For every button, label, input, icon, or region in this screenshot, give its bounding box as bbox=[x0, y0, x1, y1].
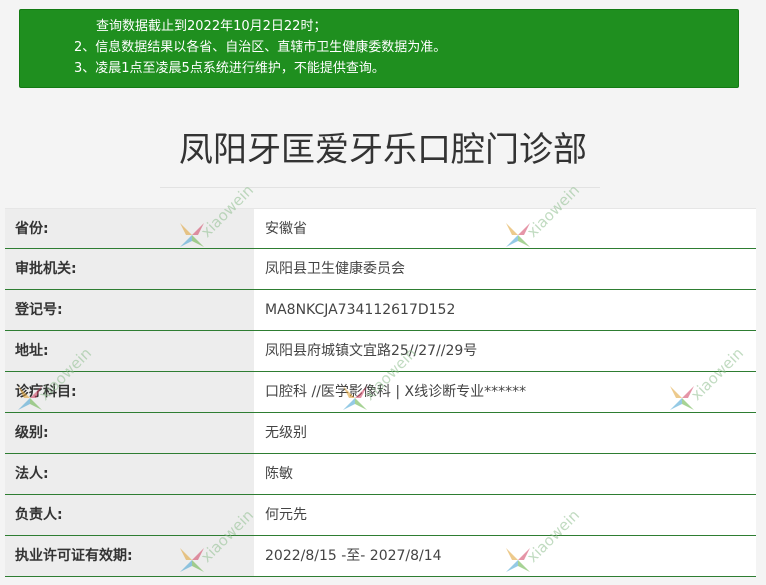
info-table: 省份: 安徽省 审批机关: 凤阳县卫生健康委员会 登记号: MA8NKCJA73… bbox=[5, 208, 756, 577]
row-label: 诊疗科目: bbox=[5, 372, 254, 412]
row-label: 执业许可证有效期: bbox=[5, 536, 254, 576]
title-divider bbox=[160, 187, 600, 188]
row-value: 无级别 bbox=[254, 413, 756, 453]
page-title: 凤阳牙匡爱牙乐口腔门诊部 bbox=[179, 130, 587, 170]
row-label: 法人: bbox=[5, 454, 254, 494]
row-value: 口腔科 //医学影像科 | X线诊断专业****** bbox=[254, 372, 756, 412]
row-value: MA8NKCJA734112617D152 bbox=[254, 290, 756, 330]
notice-line-2: 2、信息数据结果以各省、自治区、直辖市卫生健康委数据为准。 bbox=[74, 40, 447, 55]
notice-line-1: 查询数据截止到2022年10月2日22时； bbox=[96, 19, 327, 34]
table-row: 审批机关: 凤阳县卫生健康委员会 bbox=[5, 249, 756, 290]
row-value: 陈敏 bbox=[254, 454, 756, 494]
table-row: 省份: 安徽省 bbox=[5, 208, 756, 249]
table-row: 登记号: MA8NKCJA734112617D152 bbox=[5, 290, 756, 331]
notice-banner: 查询数据截止到2022年10月2日22时； 2、信息数据结果以各省、自治区、直辖… bbox=[19, 9, 739, 88]
table-row: 法人: 陈敏 bbox=[5, 454, 756, 495]
table-row: 负责人: 何元先 bbox=[5, 495, 756, 536]
row-value: 2022/8/15 -至- 2027/8/14 bbox=[254, 536, 756, 576]
row-label: 登记号: bbox=[5, 290, 254, 330]
table-row: 执业许可证有效期: 2022/8/15 -至- 2027/8/14 bbox=[5, 536, 756, 577]
row-label: 负责人: bbox=[5, 495, 254, 535]
row-label: 审批机关: bbox=[5, 249, 254, 289]
table-row: 诊疗科目: 口腔科 //医学影像科 | X线诊断专业****** bbox=[5, 372, 756, 413]
table-row: 地址: 凤阳县府城镇文宜路25//27//29号 bbox=[5, 331, 756, 372]
notice-line-3: 3、凌晨1点至凌晨5点系统进行维护，不能提供查询。 bbox=[74, 61, 385, 76]
row-value: 安徽省 bbox=[254, 209, 756, 248]
row-value: 凤阳县卫生健康委员会 bbox=[254, 249, 756, 289]
row-value: 何元先 bbox=[254, 495, 756, 535]
row-label: 省份: bbox=[5, 209, 254, 248]
row-label: 地址: bbox=[5, 331, 254, 371]
row-label: 级别: bbox=[5, 413, 254, 453]
row-value: 凤阳县府城镇文宜路25//27//29号 bbox=[254, 331, 756, 371]
table-row: 级别: 无级别 bbox=[5, 413, 756, 454]
